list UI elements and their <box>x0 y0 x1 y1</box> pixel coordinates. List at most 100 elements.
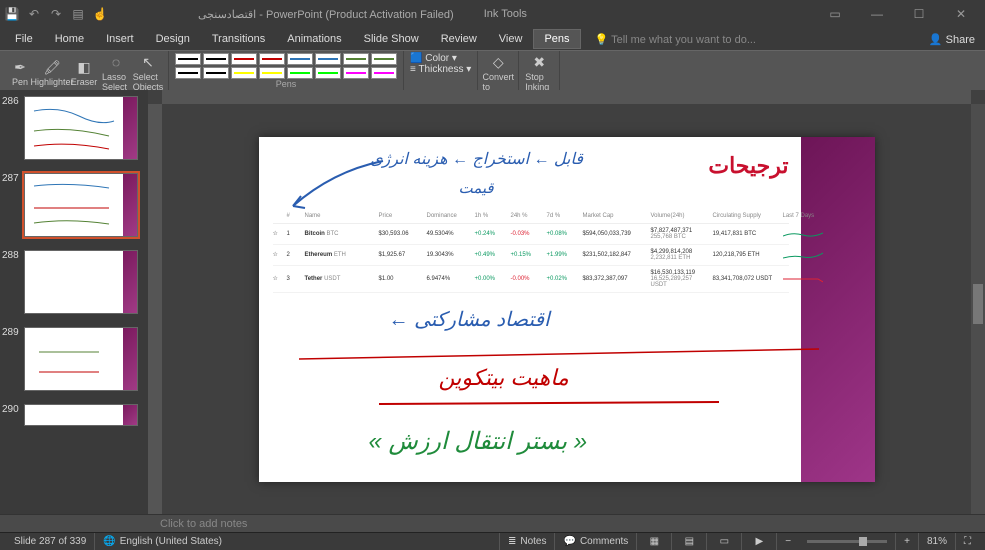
share-button[interactable]: 👤 Share <box>919 31 985 48</box>
slide-thumbnail[interactable] <box>24 327 138 391</box>
sparkline-icon <box>783 228 823 240</box>
view-slideshow-button[interactable]: ▶ <box>741 533 776 550</box>
tab-home[interactable]: Home <box>44 29 95 49</box>
pen-preset[interactable] <box>287 53 313 65</box>
ink-annotation-blue: قیمت <box>459 179 494 197</box>
tab-pens[interactable]: Pens <box>533 29 580 49</box>
crypto-table: #NamePriceDominance1h %24h %7d %Market C… <box>273 209 789 293</box>
ink-line <box>299 347 829 365</box>
slide-thumbnail[interactable] <box>24 404 138 426</box>
table-header: #NamePriceDominance1h %24h %7d %Market C… <box>273 209 789 224</box>
pen-preset[interactable] <box>175 53 201 65</box>
minimize-icon[interactable]: — <box>857 4 897 24</box>
pen-preset[interactable] <box>175 67 201 79</box>
tab-insert[interactable]: Insert <box>95 29 145 49</box>
tab-animations[interactable]: Animations <box>276 29 352 49</box>
zoom-out-button[interactable]: − <box>776 533 799 550</box>
pen-preset[interactable] <box>203 53 229 65</box>
status-bar: Slide 287 of 339 🌐 English (United State… <box>0 532 985 550</box>
tab-design[interactable]: Design <box>145 29 201 49</box>
slide-heading: ترجیحات <box>708 153 788 179</box>
cursor-icon: ↖ <box>138 53 158 71</box>
tell-me-input[interactable]: 💡 Tell me what you want to do... <box>595 33 756 46</box>
eraser-button[interactable]: ◧Eraser <box>70 58 98 87</box>
tab-transitions[interactable]: Transitions <box>201 29 276 49</box>
highlighter-button[interactable]: 🖍Highlighter <box>38 58 66 87</box>
stop-icon: ✖ <box>529 53 549 71</box>
zoom-slider[interactable] <box>807 540 887 543</box>
notes-placeholder: Click to add notes <box>160 518 247 530</box>
slide-canvas[interactable]: ترجیحات قابل ← استخراج ← هزینه انرژی قیم… <box>162 104 971 514</box>
group-label-pens: Pens <box>175 79 397 89</box>
comments-button[interactable]: 💬 Comments <box>554 533 636 550</box>
tab-slideshow[interactable]: Slide Show <box>353 29 430 49</box>
ribbon-group-inkart: ◇Convert to Shapes Ink Art <box>478 51 519 90</box>
ribbon: ✒Pen 🖍Highlighter ◧Eraser ◌Lasso Select … <box>0 50 985 90</box>
window-controls: ▭ — ☐ ✕ <box>815 4 981 24</box>
pen-preset[interactable] <box>287 67 313 79</box>
view-normal-button[interactable]: ▦ <box>636 533 671 550</box>
touch-icon[interactable]: ☝ <box>92 6 108 22</box>
zoom-in-button[interactable]: + <box>895 533 918 550</box>
notes-pane[interactable]: Click to add notes <box>0 514 985 532</box>
thickness-dropdown[interactable]: ≡ Thickness ▾ <box>410 64 471 75</box>
convert-icon: ◇ <box>488 53 508 71</box>
sparkline-icon <box>783 273 823 285</box>
slide-thumbnail[interactable] <box>24 96 138 160</box>
sorter-view-icon: ▤ <box>680 535 698 549</box>
slide-counter[interactable]: Slide 287 of 339 <box>6 533 94 550</box>
vertical-scrollbar[interactable] <box>971 104 985 514</box>
undo-icon[interactable]: ↶ <box>26 6 42 22</box>
slide: ترجیحات قابل ← استخراج ← هزینه انرژی قیم… <box>259 137 875 482</box>
ribbon-options-icon[interactable]: ▭ <box>815 4 855 24</box>
table-row: ☆3Tether USDT$1.006.9474%+0.00%-0.00%+0.… <box>273 266 789 293</box>
slide-area: ترجیحات قابل ← استخراج ← هزینه انرژی قیم… <box>148 90 985 514</box>
reading-view-icon: ▭ <box>715 535 733 549</box>
notes-button[interactable]: ≣ Notes <box>499 533 555 550</box>
sparkline-icon <box>783 249 823 261</box>
view-sorter-button[interactable]: ▤ <box>671 533 706 550</box>
pen-preset[interactable] <box>259 53 285 65</box>
language-status[interactable]: 🌐 English (United States) <box>94 533 230 550</box>
ink-annotation-red: ماهیت بیتکوین <box>439 365 569 391</box>
thumb-number: 288 <box>2 250 24 261</box>
pen-preset[interactable] <box>231 53 257 65</box>
tab-review[interactable]: Review <box>430 29 488 49</box>
stop-inking-button[interactable]: ✖Stop Inking <box>525 53 553 92</box>
table-row: ☆1Bitcoin BTC$30,593.0649.5304%+0.24%-0.… <box>273 224 789 245</box>
tab-view[interactable]: View <box>488 29 534 49</box>
save-icon[interactable]: 💾 <box>4 6 20 22</box>
pen-preset[interactable] <box>371 67 397 79</box>
close-icon[interactable]: ✕ <box>941 4 981 24</box>
tab-file[interactable]: File <box>4 29 44 49</box>
ribbon-group-pens: Pens <box>169 51 404 90</box>
color-dropdown[interactable]: 🟦 Color ▾ <box>410 53 471 64</box>
thumbnail-panel[interactable]: 286 287 288 289 290 <box>0 90 148 514</box>
pen-preset[interactable] <box>203 67 229 79</box>
pen-preset[interactable] <box>315 53 341 65</box>
pen-preset[interactable] <box>371 53 397 65</box>
maximize-icon[interactable]: ☐ <box>899 4 939 24</box>
zoom-level[interactable]: 81% <box>918 533 955 550</box>
select-objects-button[interactable]: ↖Select Objects <box>134 53 162 92</box>
view-reading-button[interactable]: ▭ <box>706 533 741 550</box>
thumb-number: 289 <box>2 327 24 338</box>
pen-preset[interactable] <box>259 67 285 79</box>
start-icon[interactable]: ▤ <box>70 6 86 22</box>
pen-preset[interactable] <box>315 67 341 79</box>
thumb-number: 287 <box>2 173 24 184</box>
pen-preset[interactable] <box>231 67 257 79</box>
scrollbar-thumb[interactable] <box>973 284 983 324</box>
pen-preset[interactable] <box>343 67 369 79</box>
pen-preset[interactable] <box>343 53 369 65</box>
slide-thumbnail[interactable] <box>24 173 138 237</box>
ink-line <box>379 399 729 409</box>
highlighter-icon: 🖍 <box>42 58 62 76</box>
lasso-button[interactable]: ◌Lasso Select <box>102 53 130 92</box>
slideshow-icon: ▶ <box>750 535 768 549</box>
fit-to-window-button[interactable]: ⛶ <box>955 533 979 550</box>
redo-icon[interactable]: ↷ <box>48 6 64 22</box>
thumb-number: 290 <box>2 404 24 415</box>
quick-access: 💾 ↶ ↷ ▤ ☝ <box>4 6 108 22</box>
slide-thumbnail[interactable] <box>24 250 138 314</box>
